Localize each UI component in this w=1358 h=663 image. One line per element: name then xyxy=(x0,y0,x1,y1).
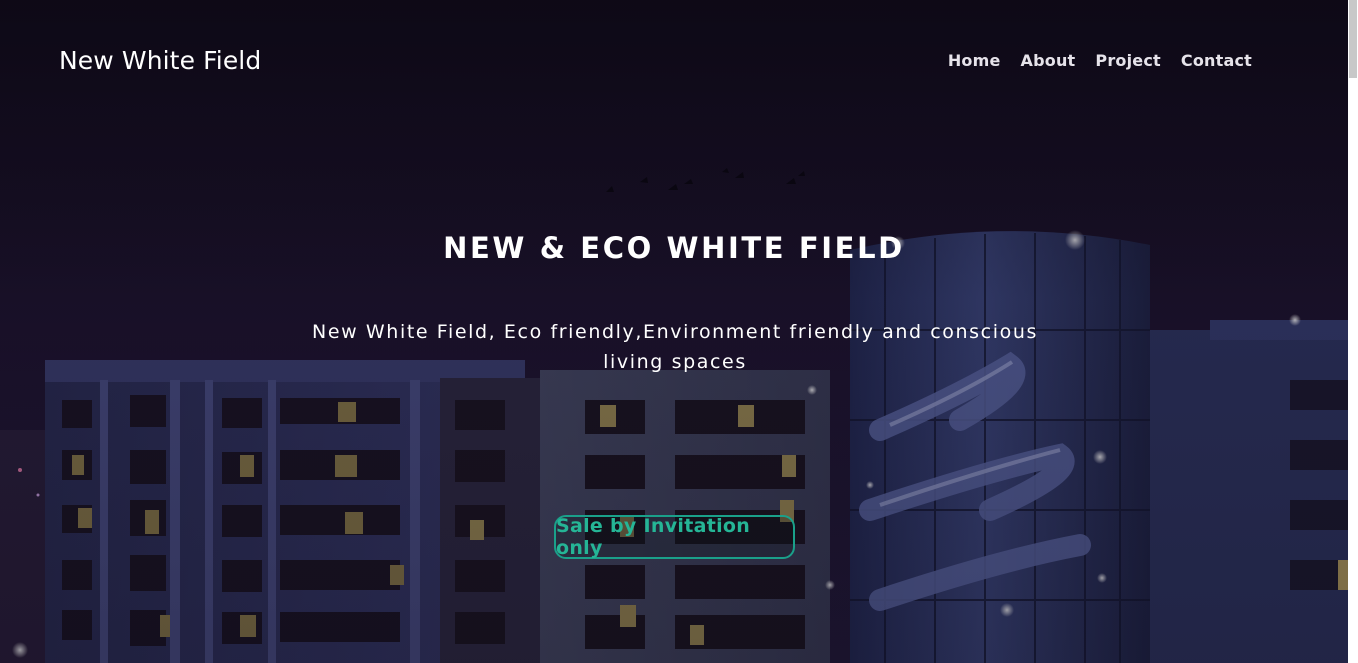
main-nav: Home About Project Contact xyxy=(948,51,1252,70)
page-scrollbar[interactable] xyxy=(1348,0,1358,663)
nav-link-contact[interactable]: Contact xyxy=(1181,51,1252,70)
sale-by-invitation-button[interactable]: Sale by Invitation only xyxy=(554,515,795,559)
nav-link-project[interactable]: Project xyxy=(1095,51,1160,70)
nav-link-home[interactable]: Home xyxy=(948,51,1001,70)
hero-subline: New White Field, Eco friendly,Environmen… xyxy=(312,321,1038,373)
hero-section: New White Field Home About Project Conta… xyxy=(0,0,1358,663)
brand-logo-text[interactable]: New White Field xyxy=(59,46,261,75)
hero-headline: NEW & ECO WHITE FIELD xyxy=(443,231,905,265)
nav-link-about[interactable]: About xyxy=(1021,51,1076,70)
scrollbar-thumb[interactable] xyxy=(1349,0,1357,78)
